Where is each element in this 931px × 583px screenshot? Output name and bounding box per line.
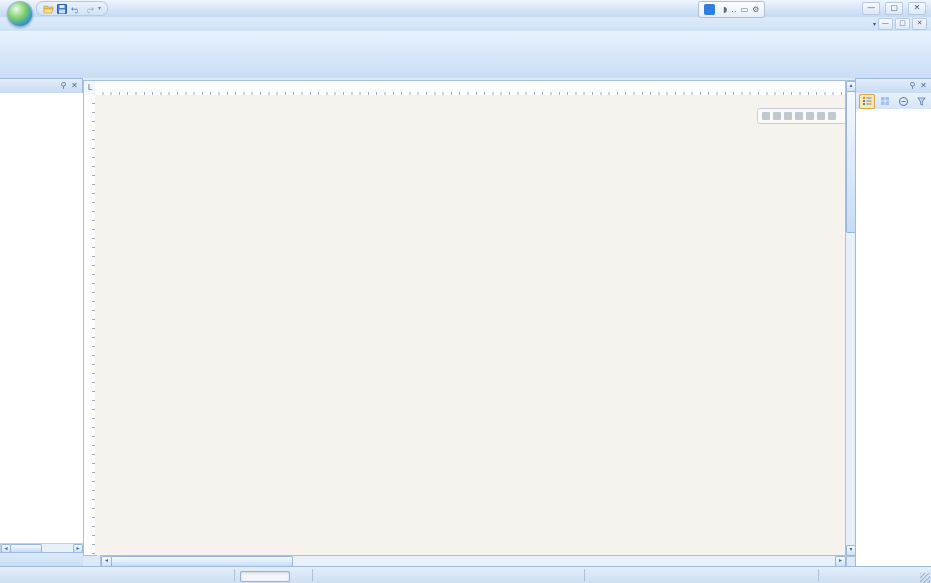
close-button[interactable]: ✕ — [908, 2, 926, 15]
legend-list-mode-button[interactable] — [859, 94, 875, 109]
qat-dropdown-icon[interactable]: ▾ — [98, 5, 101, 12]
window-controls: — ▢ ✕ — [860, 2, 926, 15]
ime-halfwidth-icon[interactable]: ◗ — [723, 4, 727, 15]
legend-toolbar — [856, 93, 931, 110]
pin-icon[interactable]: ⚲ — [58, 81, 69, 92]
status-bar — [0, 566, 931, 583]
save-icon[interactable] — [57, 4, 67, 14]
legend-list — [856, 109, 931, 566]
doc-minimize-button[interactable]: — — [878, 18, 893, 30]
close-icon[interactable]: ✕ — [69, 81, 80, 92]
legend-filter-button[interactable] — [913, 94, 929, 109]
resize-grip[interactable] — [920, 573, 930, 583]
ime-keyboard-icon[interactable]: ▭ — [741, 4, 749, 15]
close-icon[interactable]: ✕ — [918, 81, 929, 92]
map-overview-toolbar[interactable] — [757, 108, 845, 124]
status-progress-bar — [240, 571, 290, 582]
application-window: ▾ ◗ ‥ ▭ ⚙ — ▢ ✕ ▾ — ▢ ✕ — [0, 0, 931, 583]
app-logo-icon[interactable] — [7, 1, 33, 27]
map-view: L ▴ ▾ ◂ ▸ — [83, 78, 855, 566]
ime-logo-icon[interactable] — [704, 4, 715, 15]
title-bar: ▾ ◗ ‥ ▭ ⚙ — ▢ ✕ — [0, 0, 931, 18]
legend-grid-mode-button[interactable] — [877, 94, 893, 109]
workspace-tree — [0, 93, 84, 543]
workspace-panel: ⚲ ✕ ◂ ▸ — [0, 78, 84, 566]
restore-button[interactable]: ▢ — [885, 2, 903, 15]
ribbon-tab-row: ▾ — ▢ ✕ — [0, 17, 931, 31]
quick-access-toolbar: ▾ — [36, 1, 108, 16]
doc-restore-button[interactable]: ▢ — [895, 18, 910, 30]
minimize-button[interactable]: — — [862, 2, 880, 15]
ime-tools-icon[interactable]: ⚙ — [752, 4, 759, 15]
style-dropdown-icon[interactable]: ▾ — [873, 21, 876, 28]
map-canvas[interactable] — [95, 95, 845, 555]
workspace-bottom-tabs — [0, 552, 83, 567]
open-icon[interactable] — [43, 4, 54, 14]
legend-panel: ⚲ ✕ — [855, 78, 931, 566]
ime-punct-icon[interactable]: ‥ — [731, 4, 736, 15]
ribbon — [0, 31, 931, 79]
pin-icon[interactable]: ⚲ — [907, 81, 918, 92]
ribbon-right-controls: ▾ — ▢ ✕ — [871, 18, 927, 30]
redo-icon[interactable] — [84, 4, 95, 14]
undo-icon[interactable] — [70, 4, 81, 14]
map-annotations — [95, 95, 845, 555]
ime-toolbar[interactable]: ◗ ‥ ▭ ⚙ — [698, 1, 765, 18]
legend-collapse-button[interactable] — [895, 94, 911, 109]
doc-close-button[interactable]: ✕ — [912, 18, 927, 30]
